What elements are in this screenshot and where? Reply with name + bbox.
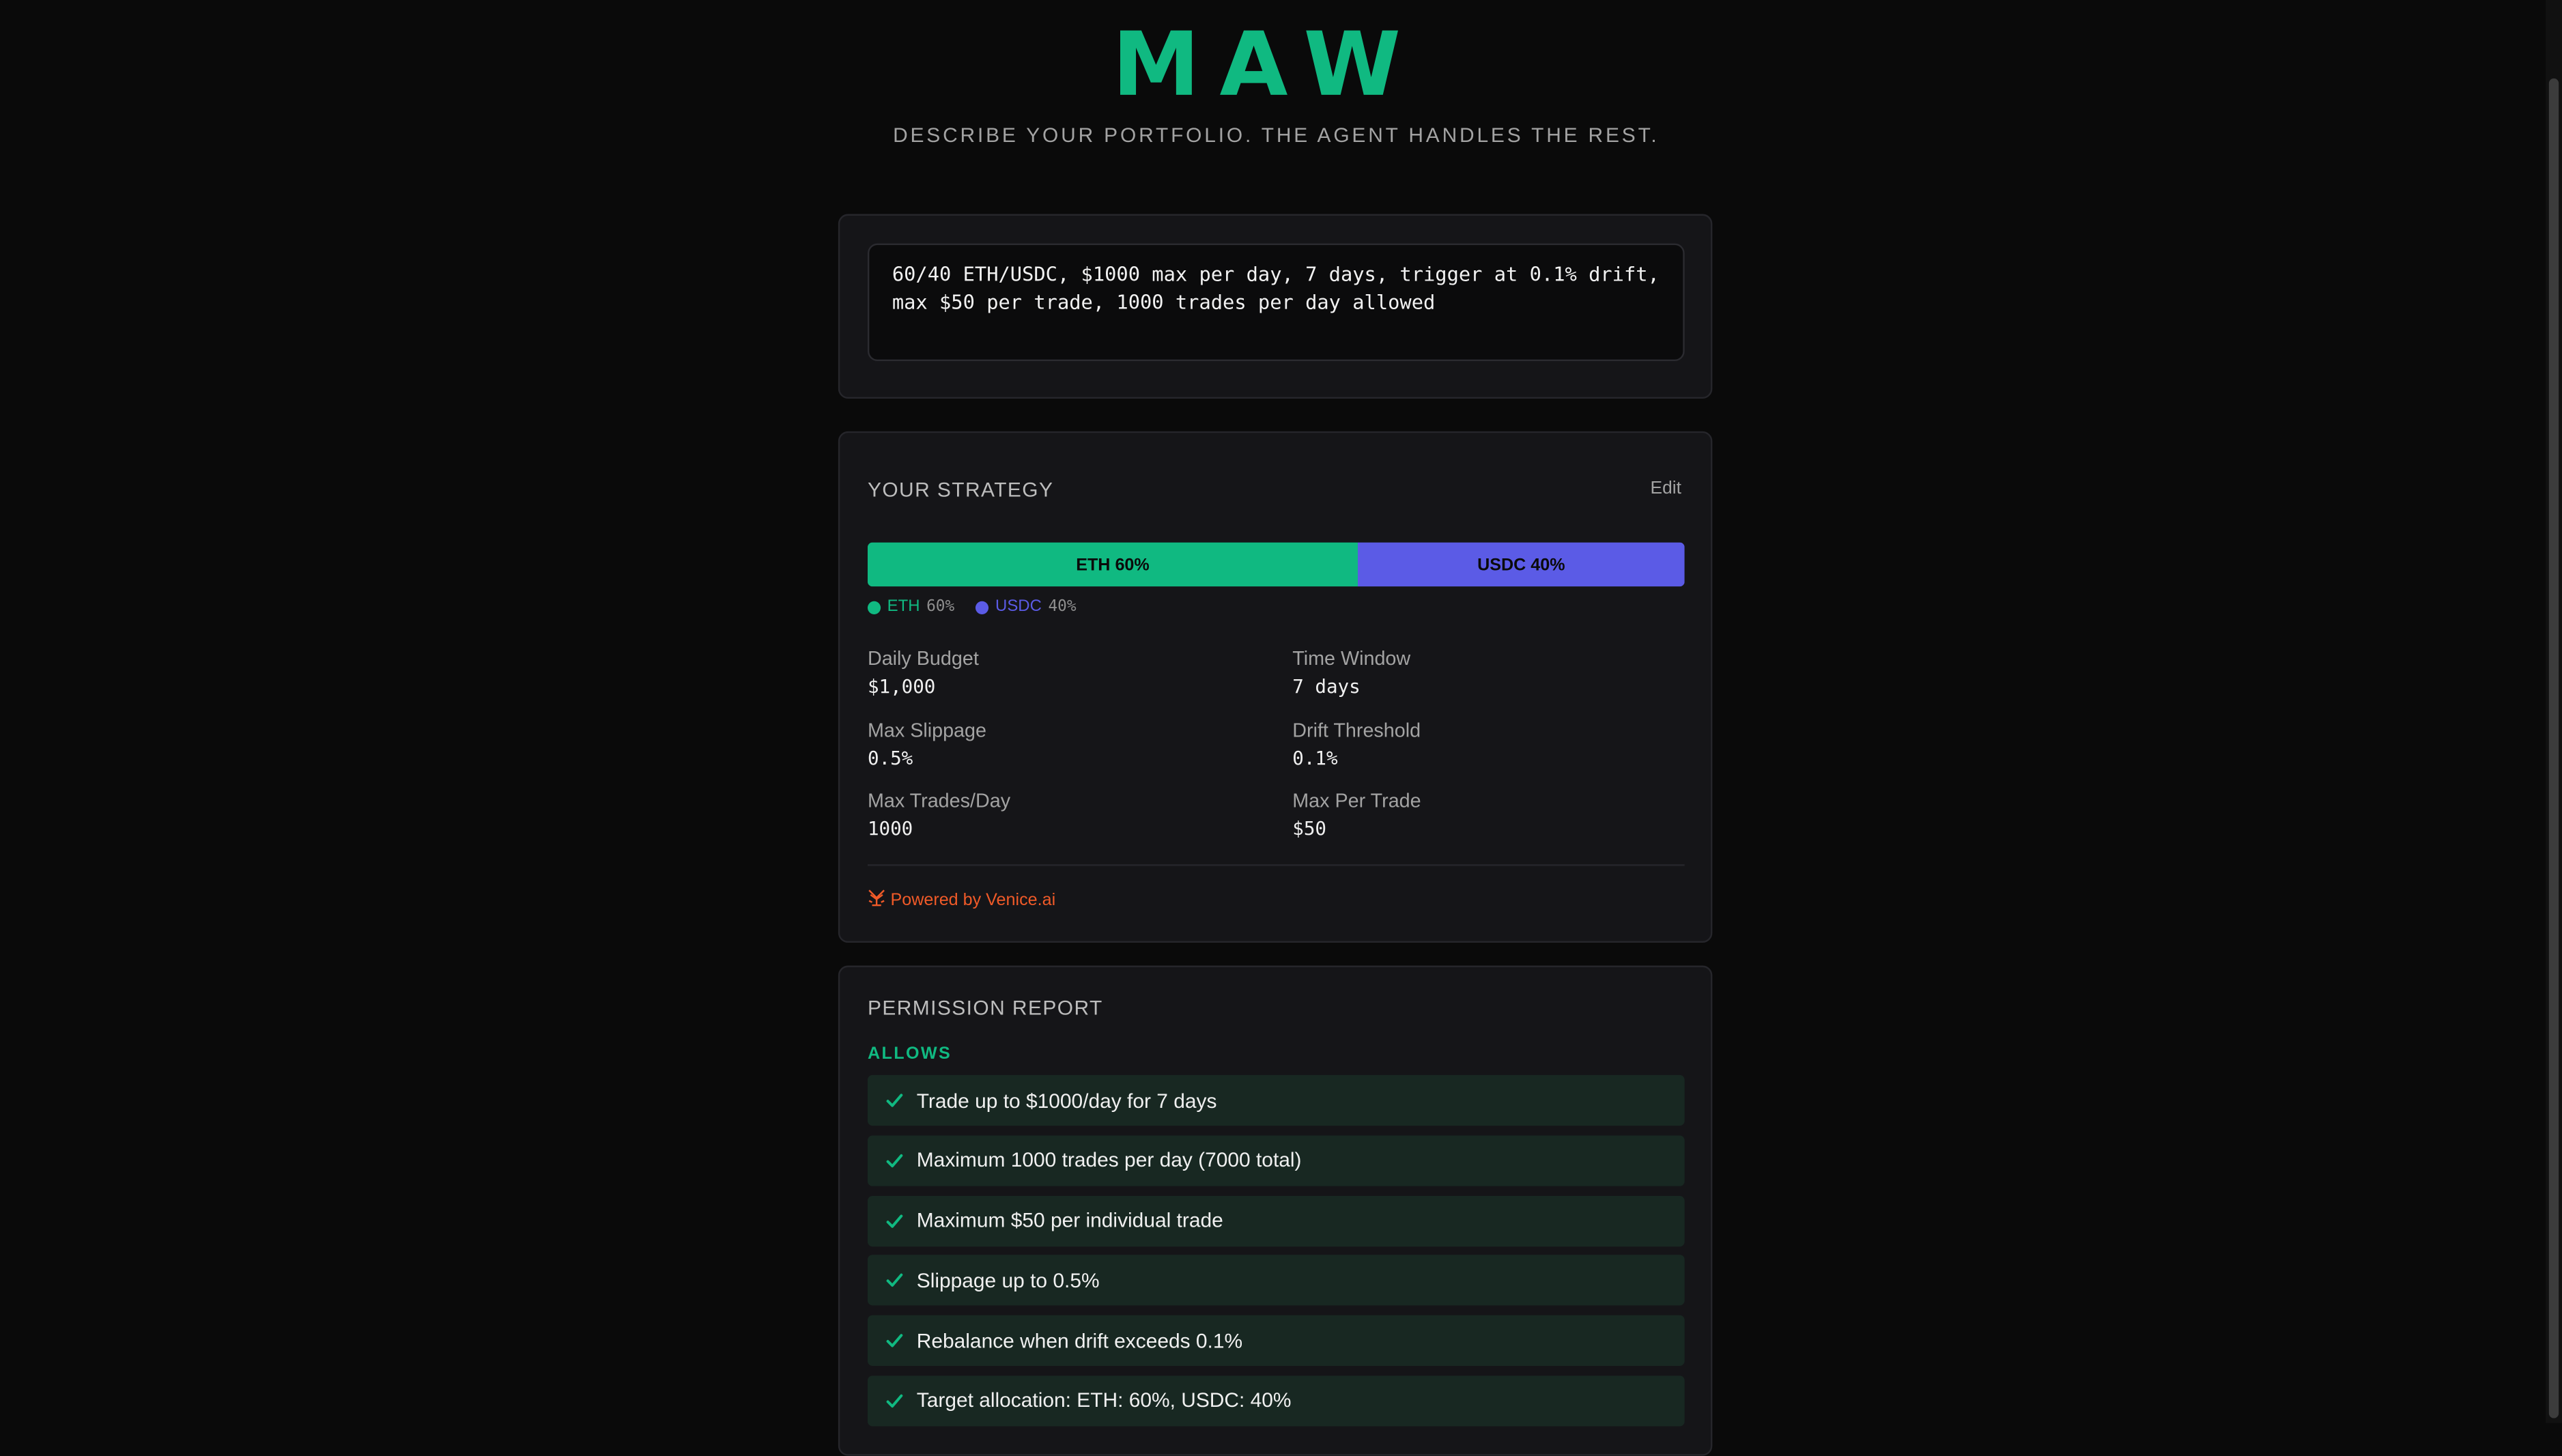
param-daily-budget: Daily Budget $1,000 xyxy=(868,647,979,698)
param-value: 0.1% xyxy=(1292,746,1338,770)
allows-list: Trade up to $1000/day for 7 days Maximum … xyxy=(867,1074,1685,1436)
allow-item-text: Target allocation: ETH: 60%, USDC: 40% xyxy=(916,1389,1292,1413)
page-scrollbar[interactable] xyxy=(2546,0,2562,1423)
allow-item: Maximum $50 per individual trade xyxy=(867,1195,1685,1246)
param-time-window: Time Window 7 days xyxy=(1292,647,1410,698)
param-label: Drift Threshold xyxy=(1292,719,1421,742)
allocation-bar: ETH 60% USDC 40% xyxy=(867,542,1685,587)
param-label: Max Slippage xyxy=(867,719,987,742)
param-max-per-trade: Max Per Trade $50 xyxy=(1292,789,1421,840)
eth-dot-icon xyxy=(867,600,881,614)
portfolio-prompt-input[interactable]: 60/40 ETH/USDC, $1000 max per day, 7 day… xyxy=(867,243,1685,361)
allocation-segment-eth: ETH 60% xyxy=(867,542,1358,587)
param-value: $1,000 xyxy=(867,674,936,698)
allow-item: Trade up to $1000/day for 7 days xyxy=(867,1074,1685,1126)
powered-by-link[interactable]: Powered by Venice.ai xyxy=(868,889,1055,912)
permission-report-card: PERMISSION REPORT ALLOWS Trade up to $10… xyxy=(838,965,1713,1456)
allow-item-text: Trade up to $1000/day for 7 days xyxy=(916,1089,1217,1112)
legend-percent-usdc: 40% xyxy=(1048,598,1077,616)
param-value: 1000 xyxy=(867,816,913,840)
venice-logo-icon xyxy=(868,889,885,912)
allow-item-text: Maximum $50 per individual trade xyxy=(916,1209,1223,1232)
strategy-title: YOUR STRATEGY xyxy=(867,479,1054,502)
param-value: $50 xyxy=(1292,816,1326,840)
check-icon xyxy=(885,1091,903,1109)
allow-item-text: Rebalance when drift exceeds 0.1% xyxy=(916,1329,1243,1353)
param-label: Daily Budget xyxy=(867,646,979,670)
strategy-card: YOUR STRATEGY Edit ETH 60% USDC 40% ETH … xyxy=(838,431,1713,943)
powered-by-text: Powered by Venice.ai xyxy=(890,890,1056,911)
check-icon xyxy=(885,1272,903,1289)
app-logo: MAW xyxy=(1112,13,1421,116)
tagline: DESCRIBE YOUR PORTFOLIO. THE AGENT HANDL… xyxy=(893,124,1660,147)
prompt-card: 60/40 ETH/USDC, $1000 max per day, 7 day… xyxy=(838,214,1713,399)
legend-item-usdc: USDC 40% xyxy=(976,598,1077,616)
param-drift-threshold: Drift Threshold 0.1% xyxy=(1292,719,1421,769)
permission-title: PERMISSION REPORT xyxy=(867,997,1103,1020)
legend-percent-eth: 60% xyxy=(926,598,955,616)
allow-item: Target allocation: ETH: 60%, USDC: 40% xyxy=(867,1375,1685,1427)
usdc-dot-icon xyxy=(976,600,989,614)
allow-item: Slippage up to 0.5% xyxy=(867,1255,1685,1307)
allocation-legend: ETH 60% USDC 40% xyxy=(867,598,1077,616)
allow-item-text: Slippage up to 0.5% xyxy=(916,1269,1100,1292)
allow-item: Rebalance when drift exceeds 0.1% xyxy=(867,1315,1685,1367)
param-label: Max Per Trade xyxy=(1292,789,1421,812)
param-max-slippage: Max Slippage 0.5% xyxy=(868,719,986,769)
param-value: 0.5% xyxy=(867,746,913,770)
allow-item-text: Maximum 1000 trades per day (7000 total) xyxy=(916,1149,1302,1172)
param-label: Max Trades/Day xyxy=(867,789,1011,812)
param-max-trades-day: Max Trades/Day 1000 xyxy=(868,789,1010,840)
allows-heading: ALLOWS xyxy=(867,1044,952,1064)
legend-asset-eth: ETH xyxy=(887,598,920,616)
allow-item: Maximum 1000 trades per day (7000 total) xyxy=(867,1134,1685,1186)
allocation-segment-usdc: USDC 40% xyxy=(1357,542,1685,587)
check-icon xyxy=(885,1152,903,1169)
param-label: Time Window xyxy=(1292,646,1411,670)
param-value: 7 days xyxy=(1292,674,1361,698)
check-icon xyxy=(885,1212,903,1229)
check-icon xyxy=(885,1332,903,1350)
app-viewport: MAW DESCRIBE YOUR PORTFOLIO. THE AGENT H… xyxy=(0,0,2562,1456)
legend-asset-usdc: USDC xyxy=(995,598,1042,616)
divider xyxy=(867,864,1685,866)
scrollbar-thumb[interactable] xyxy=(2548,78,2559,1418)
legend-item-eth: ETH 60% xyxy=(867,598,955,616)
check-icon xyxy=(885,1392,903,1410)
edit-strategy-button[interactable]: Edit xyxy=(1651,479,1681,498)
